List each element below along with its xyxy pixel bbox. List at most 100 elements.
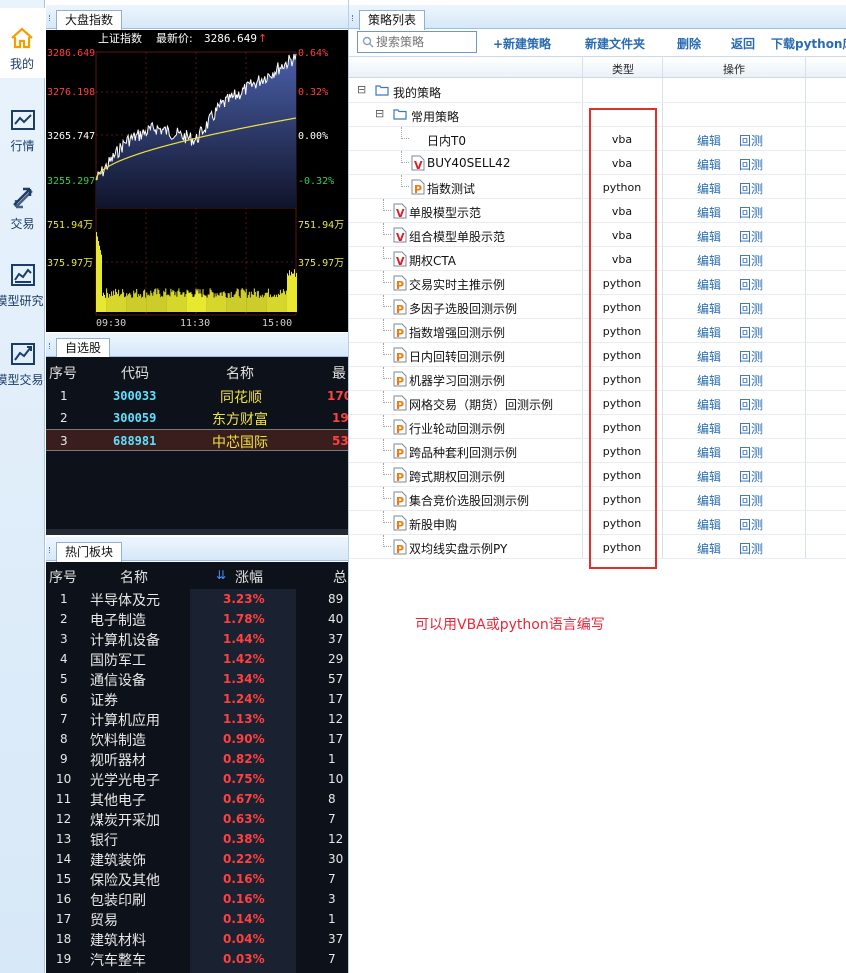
backtest-link[interactable]: 回测	[739, 228, 763, 245]
edit-link[interactable]: 编辑	[697, 492, 721, 509]
sector-change-pct: 0.75%	[223, 772, 265, 786]
volume-bar	[162, 296, 164, 312]
volume-bar	[150, 290, 152, 312]
horizontal-scrollbar[interactable]	[46, 529, 348, 535]
row-number: 7	[60, 712, 68, 726]
tree-folder-my-strategies[interactable]: ⊟ 我的策略	[349, 79, 846, 103]
table-row[interactable]: 7 计算机应用 1.13% 12	[46, 709, 348, 729]
backtest-link[interactable]: 回测	[739, 516, 763, 533]
tab-watchlist[interactable]: 自选股	[56, 338, 111, 358]
backtest-link[interactable]: 回测	[739, 348, 763, 365]
table-row[interactable]: 11 其他电子 0.67% 8	[46, 789, 348, 809]
volume-bar	[256, 291, 258, 312]
table-row[interactable]: 15 保险及其他 0.16% 7	[46, 869, 348, 889]
edit-link[interactable]: 编辑	[697, 252, 721, 269]
edit-link[interactable]: 编辑	[697, 396, 721, 413]
column-header[interactable]: 涨幅	[235, 567, 263, 587]
volume-bar	[198, 293, 200, 312]
backtest-link[interactable]: 回测	[739, 468, 763, 485]
table-row-selected[interactable]: 3 688981 中芯国际 53	[46, 429, 349, 451]
table-row[interactable]: 6 证券 1.24% 17	[46, 689, 348, 709]
edit-link[interactable]: 编辑	[697, 420, 721, 437]
edit-link[interactable]: 编辑	[697, 276, 721, 293]
backtest-link[interactable]: 回测	[739, 492, 763, 509]
research-icon	[10, 264, 35, 286]
table-row[interactable]: 2 电子制造 1.78% 40	[46, 609, 348, 629]
table-row[interactable]: 10 光学光电子 0.75% 10	[46, 769, 348, 789]
table-row[interactable]: 4 国防军工 1.42% 29	[46, 649, 348, 669]
table-row[interactable]: 18 建筑材料 0.04% 37	[46, 929, 348, 949]
tab-hot-sectors[interactable]: 热门板块	[56, 542, 123, 562]
table-row[interactable]: 8 饮料制造 0.90% 17	[46, 729, 348, 749]
backtest-link[interactable]: 回测	[739, 132, 763, 149]
tree-connector	[383, 199, 391, 211]
edit-link[interactable]: 编辑	[697, 468, 721, 485]
volume-bar	[152, 295, 154, 312]
edit-link[interactable]: 编辑	[697, 444, 721, 461]
table-row[interactable]: 16 包装印刷 0.16% 3	[46, 889, 348, 909]
backtest-link[interactable]: 回测	[739, 324, 763, 341]
collapse-icon[interactable]: ⊟	[357, 83, 366, 96]
new-folder-button[interactable]: 新建文件夹	[585, 35, 645, 52]
sector-name: 煤炭开采加	[90, 813, 160, 829]
delete-button[interactable]: 删除	[677, 35, 701, 52]
backtest-link[interactable]: 回测	[739, 276, 763, 293]
backtest-link[interactable]: 回测	[739, 372, 763, 389]
backtest-link[interactable]: 回测	[739, 420, 763, 437]
nav-item-mine[interactable]: 我的	[0, 8, 45, 78]
backtest-link[interactable]: 回测	[739, 252, 763, 269]
nav-item-model-trade[interactable]: 模型交易	[0, 324, 45, 394]
pct-tick: 0.64%	[298, 48, 328, 59]
tab-strategy-list[interactable]: 策略列表	[359, 10, 426, 30]
backtest-link[interactable]: 回测	[739, 180, 763, 197]
download-python-lib-button[interactable]: 下载python库	[771, 35, 846, 52]
volume-bar	[217, 294, 219, 312]
edit-link[interactable]: 编辑	[697, 348, 721, 365]
backtest-link[interactable]: 回测	[739, 396, 763, 413]
volume-bar	[251, 294, 253, 312]
backtest-link[interactable]: 回测	[739, 444, 763, 461]
edit-link[interactable]: 编辑	[697, 300, 721, 317]
backtest-link[interactable]: 回测	[739, 156, 763, 173]
table-row[interactable]: 19 汽车整车 0.03% 7	[46, 949, 348, 969]
back-button[interactable]: 返回	[731, 35, 755, 52]
edit-link[interactable]: 编辑	[697, 156, 721, 173]
row-number: 15	[56, 872, 72, 886]
table-row[interactable]: 9 视听器材 0.82% 1	[46, 749, 348, 769]
table-row[interactable]: 3 计算机设备 1.44% 37	[46, 629, 348, 649]
table-row[interactable]: 1 半导体及元 3.23% 89	[46, 589, 348, 609]
market-index-chart[interactable]: 上证指数 最新价: 3286.649 ↑ 3286.649 3276.198 3…	[46, 30, 348, 332]
backtest-link[interactable]: 回测	[739, 540, 763, 557]
sector-total: 17	[328, 692, 344, 706]
stock-code: 300033	[113, 389, 157, 403]
nav-item-trade[interactable]: 交易	[0, 168, 45, 238]
edit-link[interactable]: 编辑	[697, 516, 721, 533]
edit-link[interactable]: 编辑	[697, 204, 721, 221]
backtest-link[interactable]: 回测	[739, 204, 763, 221]
table-row[interactable]: 12 煤炭开采加 0.63% 7	[46, 809, 348, 829]
table-row[interactable]: 17 贸易 0.14% 1	[46, 909, 348, 929]
edit-link[interactable]: 编辑	[697, 372, 721, 389]
table-row[interactable]: 14 建筑装饰 0.22% 30	[46, 849, 348, 869]
search-input[interactable]	[376, 34, 474, 50]
table-row[interactable]: 5 通信设备 1.34% 57	[46, 669, 348, 689]
sort-desc-icon[interactable]: ⇊	[216, 568, 226, 582]
edit-link[interactable]: 编辑	[697, 132, 721, 149]
table-row[interactable]: 13 银行 0.38% 12	[46, 829, 348, 849]
backtest-link[interactable]: 回测	[739, 300, 763, 317]
volume-bar	[121, 293, 123, 312]
tab-market-index[interactable]: 大盘指数	[56, 10, 123, 30]
collapse-icon[interactable]: ⊟	[375, 107, 384, 120]
volume-bar	[171, 291, 173, 312]
edit-link[interactable]: 编辑	[697, 540, 721, 557]
edit-link[interactable]: 编辑	[697, 180, 721, 197]
nav-item-model-research[interactable]: 模型研究	[0, 245, 45, 315]
edit-link[interactable]: 编辑	[697, 324, 721, 341]
new-strategy-button[interactable]: +新建策略	[493, 35, 551, 52]
table-row[interactable]: 1 300033 同花顺 170	[46, 385, 352, 407]
edit-link[interactable]: 编辑	[697, 228, 721, 245]
search-box[interactable]	[357, 31, 477, 53]
table-row[interactable]: 20通用设备	[46, 969, 348, 973]
nav-item-market[interactable]: 行情	[0, 90, 45, 160]
table-row[interactable]: 2 300059 东方财富 19	[46, 407, 349, 429]
